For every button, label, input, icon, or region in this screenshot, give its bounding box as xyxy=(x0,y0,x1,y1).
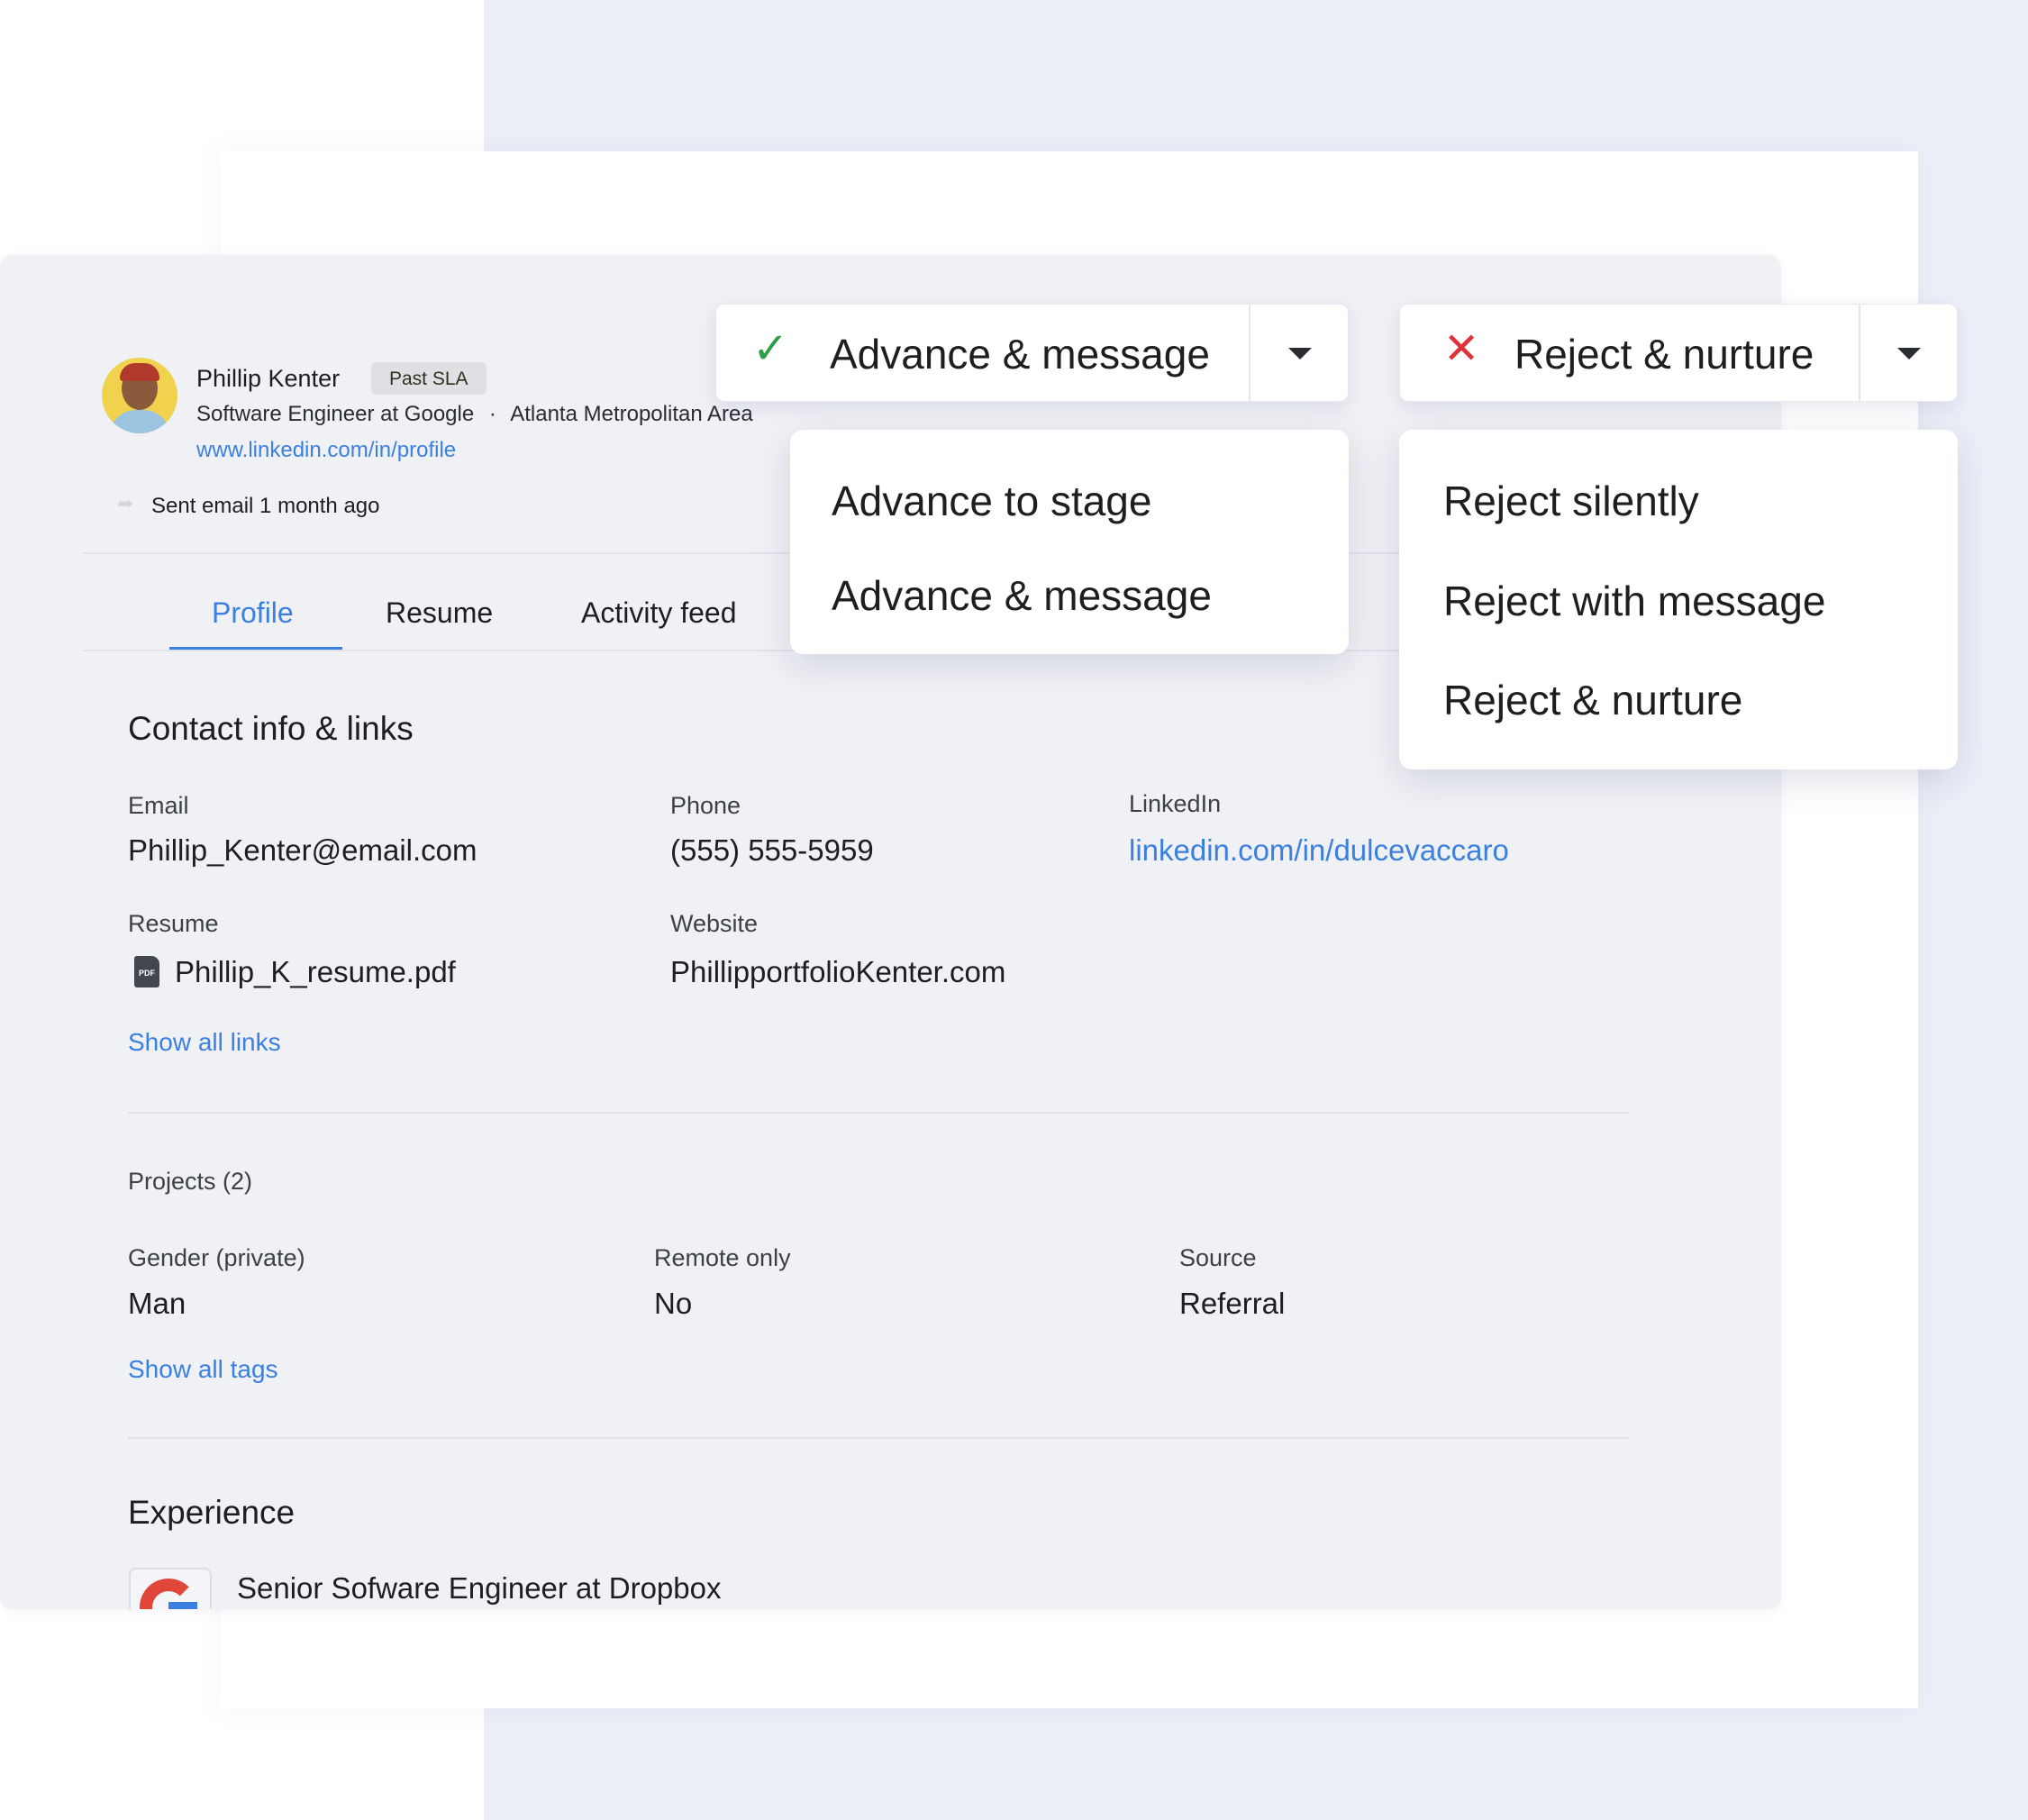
section-heading-contact: Contact info & links xyxy=(128,710,414,747)
headline-text: Software Engineer at Google xyxy=(196,402,475,426)
chevron-down-icon[interactable] xyxy=(1288,348,1312,359)
email-label: Email xyxy=(128,792,189,819)
avatar xyxy=(102,358,177,433)
menu-item-reject-with-message[interactable]: Reject with message xyxy=(1443,577,1825,625)
remote-label: Remote only xyxy=(654,1244,791,1271)
show-all-tags[interactable]: Show all tags xyxy=(128,1357,278,1382)
button-separator xyxy=(1249,305,1250,401)
company-logo xyxy=(129,1568,212,1609)
reject-split-button: ✕ Reject & nurture xyxy=(1399,304,1958,402)
show-all-links[interactable]: Show all links xyxy=(128,1030,281,1055)
advance-dropdown-menu: Advance to stage Advance & message xyxy=(790,430,1349,654)
menu-item-advance-message[interactable]: Advance & message xyxy=(832,571,1212,620)
separator: · xyxy=(488,402,496,426)
profile-link[interactable]: www.linkedin.com/in/profile xyxy=(196,440,456,461)
location-text: Atlanta Metropolitan Area xyxy=(510,402,753,426)
divider xyxy=(128,1437,1630,1439)
advance-message-button[interactable]: Advance & message xyxy=(830,330,1210,378)
projects-label[interactable]: Projects (2) xyxy=(128,1169,252,1194)
menu-item-advance-to-stage[interactable]: Advance to stage xyxy=(832,477,1151,525)
website-value[interactable]: PhillipportfolioKenter.com xyxy=(670,957,1005,987)
gender-value: Man xyxy=(128,1287,186,1320)
experience-item-title: Senior Sofware Engineer at Dropbox xyxy=(237,1571,722,1605)
section-heading-experience: Experience xyxy=(128,1494,296,1531)
reject-nurture-button[interactable]: Reject & nurture xyxy=(1514,330,1814,378)
phone-value: (555) 555-5959 xyxy=(670,833,874,867)
linkedin-link[interactable]: linkedin.com/in/dulcevaccaro xyxy=(1129,835,1509,865)
source-value: Referral xyxy=(1179,1287,1286,1320)
tab-resume[interactable]: Resume xyxy=(386,598,493,627)
advance-split-button: ✓ Advance & message xyxy=(715,304,1349,402)
tab-activity-feed[interactable]: Activity feed xyxy=(581,598,737,627)
remote-value: No xyxy=(654,1287,693,1320)
close-icon: ✕ xyxy=(1443,325,1480,373)
last-activity: Sent email 1 month ago xyxy=(151,494,380,518)
reply-arrow-icon: ➦ xyxy=(117,492,134,514)
linkedin-label: LinkedIn xyxy=(1129,790,1222,817)
email-value[interactable]: Phillip_Kenter@email.com xyxy=(128,835,477,865)
source-label: Source xyxy=(1179,1244,1257,1271)
menu-item-reject-nurture[interactable]: Reject & nurture xyxy=(1443,676,1742,724)
button-separator xyxy=(1859,305,1860,401)
gender-label: Gender (private) xyxy=(128,1244,305,1271)
check-icon: ✓ xyxy=(752,325,789,373)
candidate-headline: Software Engineer at Google · Atlanta Me… xyxy=(196,404,753,425)
pdf-file-icon: PDF xyxy=(134,956,159,987)
resume-label: Resume xyxy=(128,910,219,937)
divider xyxy=(128,1112,1630,1114)
candidate-name: Phillip Kenter xyxy=(196,365,341,392)
resume-file-link[interactable]: Phillip_K_resume.pdf xyxy=(175,957,456,987)
website-label: Website xyxy=(670,910,759,937)
pdf-icon-text: PDF xyxy=(139,969,155,978)
reject-dropdown-menu: Reject silently Reject with message Reje… xyxy=(1399,430,1958,769)
tab-profile[interactable]: Profile xyxy=(212,598,294,627)
phone-label: Phone xyxy=(670,792,741,819)
menu-item-reject-silently[interactable]: Reject silently xyxy=(1443,477,1699,525)
status-badge: Past SLA xyxy=(371,362,487,395)
chevron-down-icon[interactable] xyxy=(1897,348,1921,359)
